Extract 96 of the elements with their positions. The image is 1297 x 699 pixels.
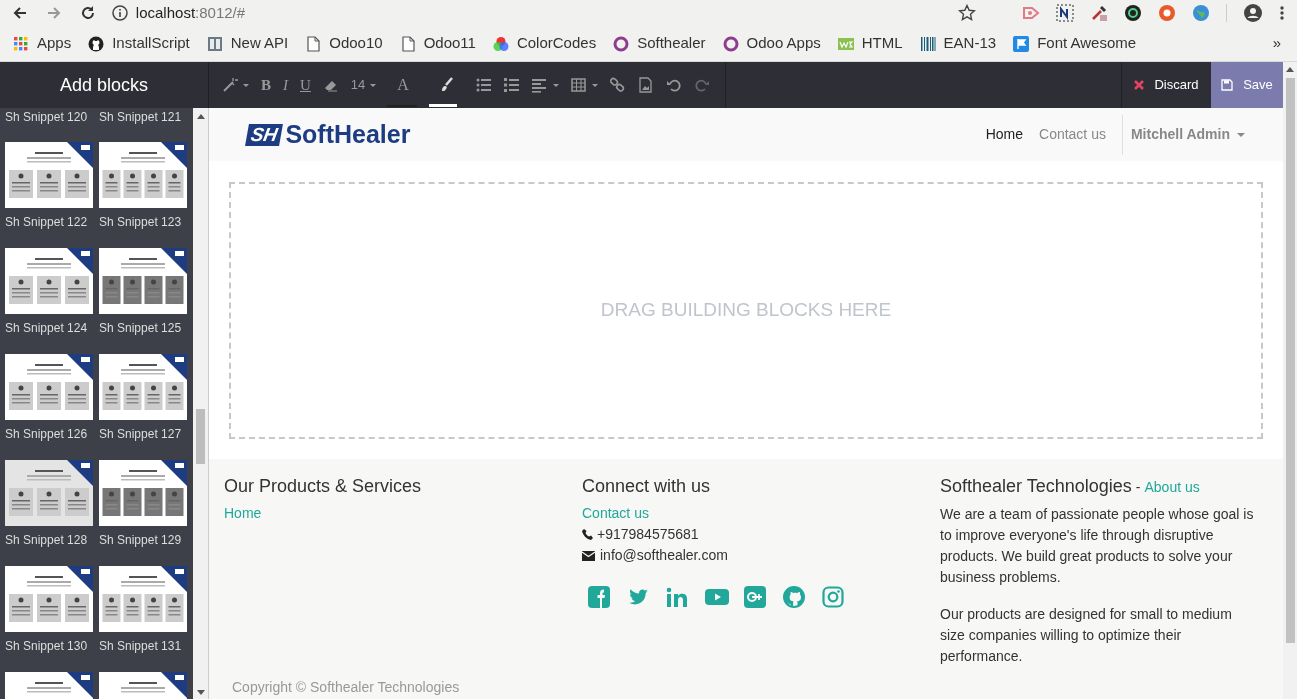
book-icon [206,35,223,52]
column-heading: Softhealer Technologies [940,475,1132,497]
bookmark[interactable]: EAN-13 [919,32,997,55]
snippet-label: Sh Snippet 120 [5,109,89,125]
bookmark[interactable]: HTML [837,32,903,55]
bookmark[interactable]: Apps [13,32,72,55]
redo-icon [693,77,710,93]
grid-icon [13,35,29,52]
bookmark[interactable]: ColorCodes [492,32,597,55]
bookmark[interactable]: Odoo11 [399,32,476,55]
link-icon [609,77,626,93]
eyedropper-icon[interactable] [1090,4,1108,22]
scroll-up-icon[interactable] [1286,67,1294,72]
font-color-button[interactable]: A [387,71,419,99]
github-icon[interactable] [783,586,807,608]
facebook-icon[interactable] [588,586,612,608]
email-address: info@softhealer.com [600,546,728,565]
bold-button[interactable]: B [260,71,272,99]
column-heading: Our Products & Services [224,475,423,497]
caret-icon [552,83,559,87]
star-icon[interactable] [958,4,976,22]
ring-icon [613,35,630,52]
image-icon [637,77,654,93]
caret-icon [370,83,377,87]
column-heading: Connect with us [582,475,712,497]
scrollbar[interactable] [1283,62,1297,699]
phone-number: +917984575681 [597,525,699,544]
snippet-label: Sh Snippet 130 [5,638,89,654]
extension-icon[interactable] [1056,4,1074,22]
extension-icon[interactable] [1124,4,1142,22]
scroll-up-icon[interactable] [196,114,205,119]
separator-text: - [1135,478,1141,497]
magic-wand-icon [222,77,238,93]
snippet-label: Sh Snippet 125 [99,320,183,336]
color-circles-icon [492,35,509,52]
caret-icon [1237,132,1245,137]
caret-icon [591,83,598,87]
scrollbar[interactable] [193,108,209,699]
more-bookmarks-button[interactable]: » [1272,32,1281,55]
font-size-dropdown[interactable]: 14 [349,71,378,99]
scrollbar-thumb[interactable] [1285,78,1295,643]
snippet-label: Sh Snippet 129 [99,532,183,548]
snippet-label: Sh Snippet 128 [5,532,89,548]
page-icon [305,35,322,52]
youtube-icon[interactable] [705,586,729,608]
close-icon [1134,80,1145,90]
snippet-label: Sh Snippet 131 [99,638,183,654]
scrollbar-thumb[interactable] [196,409,205,464]
bookmark[interactable]: Odoo10 [305,32,383,55]
snippet-label: Sh Snippet 121 [99,109,183,125]
instagram-icon[interactable] [822,586,846,608]
page-icon [399,35,416,52]
bookmark[interactable]: Odoo Apps [722,32,821,55]
italic-button[interactable]: I [282,71,289,99]
bullet-list-icon [475,77,492,93]
save-button[interactable]: Save [1211,62,1283,108]
lifebuoy-icon[interactable] [1158,4,1176,22]
snippet-label: Sh Snippet 124 [5,320,89,336]
bookmark[interactable]: New API [206,32,289,55]
github-icon [88,35,105,52]
caret-icon [243,83,249,87]
snippet-label: Sh Snippet 126 [5,426,89,442]
scroll-down-icon[interactable] [196,690,205,695]
align-left-icon [531,77,548,93]
undo-icon [665,77,682,93]
numbered-list-icon [503,77,520,93]
bookmark[interactable]: InstallScript [88,32,190,55]
flag-icon [1013,35,1030,52]
url-text: localhost:8012/# [135,2,246,23]
reload-icon[interactable] [79,5,96,21]
snippet-label: Sh Snippet 127 [99,426,183,442]
about-paragraph: We are a team of passionate people whose goal is to improve everyone's life through disruptive products. We build great products to solve your business problems. [940,505,1255,587]
google-plus-icon[interactable] [744,586,768,608]
about-paragraph: Our products are designed for small to medium size companies willing to optimize their performance. [940,605,1233,666]
profile-icon[interactable] [1243,3,1263,23]
bookmark[interactable]: Font Awesome [1013,32,1137,55]
phone-icon [582,529,593,540]
ring-icon [722,35,739,52]
forward-icon[interactable] [45,5,62,21]
snippet-label: Sh Snippet 123 [99,214,183,230]
brand-logo[interactable]: SH SoftHealer [247,115,411,154]
linkedin-icon[interactable] [666,586,690,608]
underline-button[interactable]: U [299,71,312,99]
w3-icon [837,35,854,52]
back-icon[interactable] [12,5,28,21]
floppy-icon [1221,79,1234,91]
bookmark[interactable]: Softhealer [613,32,706,55]
table-icon [570,77,587,93]
globe-icon[interactable] [1192,4,1210,22]
copyright-text: Copyright © Softhealer Technologies [231,678,461,697]
nav-link[interactable]: Home [977,124,1031,145]
info-icon [111,5,128,21]
menu-icon[interactable] [1279,5,1285,21]
snippet-label: Sh Snippet 122 [5,214,89,230]
envelope-icon [582,550,595,561]
barcode-icon [919,35,936,52]
